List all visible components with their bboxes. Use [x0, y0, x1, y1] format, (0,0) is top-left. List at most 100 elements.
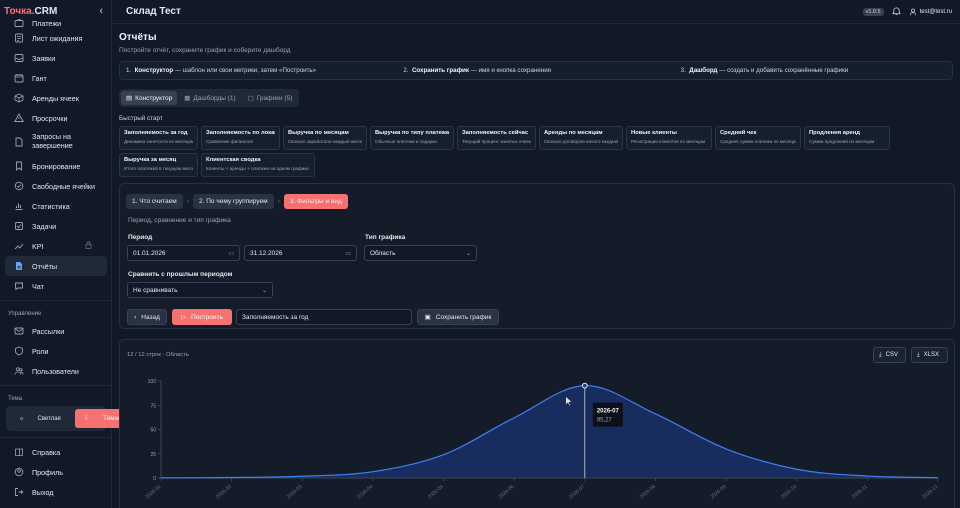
- quick-start-card[interactable]: Средний чек Средняя сумма платежа по меся…: [715, 126, 801, 150]
- sidebar-item-mail[interactable]: Рассылки: [0, 321, 112, 341]
- sidebar-item-label: Чат: [32, 281, 44, 291]
- sidebar-item-chart[interactable]: Статистика: [0, 196, 112, 216]
- sidebar-item-label: KPI: [32, 241, 44, 251]
- sidebar-item-label: Статистика: [32, 201, 70, 211]
- quick-start-desc: Клиенты + аренды + платежи на одном граф…: [206, 166, 309, 171]
- lock-icon: [85, 241, 92, 251]
- sidebar-item-label: Задачи: [32, 221, 57, 231]
- chart-type-label: Тип графика: [365, 234, 406, 241]
- y-tick-label: 0: [153, 476, 156, 482]
- wizard-step-2[interactable]: 2. По чему группируем: [193, 194, 274, 209]
- sidebar-item-calendar[interactable]: Гант: [0, 68, 112, 88]
- calendar-icon[interactable]: ▭: [228, 250, 234, 257]
- quick-start-card[interactable]: Выручка по типу платежа Обычные платежи и…: [370, 126, 454, 150]
- theme-light-button[interactable]: ☼ Светлая: [9, 410, 71, 428]
- quick-start-title: Аренды по месяцам: [544, 130, 603, 136]
- kpi-icon: [14, 241, 24, 251]
- sidebar-item-label: Гант: [32, 73, 47, 83]
- save-chart-button[interactable]: ▣ Сохранить график: [417, 309, 499, 325]
- sidebar-item-kpi[interactable]: KPI: [0, 236, 112, 256]
- tab-charts[interactable]: ▢ Графики (5): [243, 91, 298, 105]
- sidebar-item-users[interactable]: Пользователи: [0, 361, 112, 381]
- guide-step-text: — имя и кнопка сохранения: [468, 67, 552, 74]
- x-tick-label: 2026-07: [568, 484, 586, 501]
- theme-section-label: Тема: [8, 396, 23, 402]
- area-chart[interactable]: 0 25 50 75 100 2026-01 2026-02 2026-03 2026-04 20…: [120, 368, 954, 508]
- sidebar-item-profile[interactable]: Профиль: [0, 462, 112, 482]
- back-button[interactable]: ‹ Назад: [127, 309, 167, 325]
- quick-start-card[interactable]: Продления аренд Сумма продлений по месяца…: [804, 126, 890, 150]
- builder-panel: 1. Что считаем › 2. По чему группируем ›…: [119, 183, 955, 329]
- x-tick-label: 2026-03: [286, 484, 304, 501]
- tab-label: Конструктор: [135, 94, 173, 102]
- compare-select[interactable]: Не сравнивать ⌄: [127, 282, 273, 298]
- sidebar-nav: Платежи Лист ожидания Заявки Гант Аренды яче…: [0, 16, 135, 502]
- quick-start-card[interactable]: Аренды по месяцам Сколько договоров начат…: [539, 126, 623, 150]
- quick-start-title: Заполняемость по локациям: [206, 130, 275, 136]
- tab-constructor[interactable]: ▤ Конструктор: [121, 91, 178, 105]
- date-from-input[interactable]: 01.01.2026 ▭: [127, 245, 240, 261]
- xlsx-download-button[interactable]: ⤓ XLSX: [911, 347, 948, 363]
- page-title: Отчёты: [119, 32, 157, 43]
- quick-start-card[interactable]: Выручка за месяц Итого платежей в текущем…: [119, 153, 198, 177]
- quick-start-card[interactable]: Клиентская сводка Клиенты + аренды + плат…: [201, 153, 315, 177]
- sidebar-item-box[interactable]: Аренды ячеек: [0, 88, 112, 108]
- sidebar-item-shield[interactable]: Роли: [0, 341, 112, 361]
- date-to-input[interactable]: 31.12.2026 ▭: [244, 245, 357, 261]
- download-icon: ⤓: [879, 351, 882, 358]
- sidebar-item-wallet[interactable]: Платежи: [0, 16, 112, 28]
- period-label: Период: [128, 234, 153, 241]
- calendar-icon[interactable]: ▭: [345, 250, 351, 257]
- quick-start-title: Новые клиенты: [631, 130, 677, 136]
- build-label: Построить: [191, 313, 223, 321]
- quick-start-desc: Сравнение филиалов: [206, 139, 253, 144]
- x-tick-label: 2026-01: [144, 484, 162, 501]
- quick-start-grid: Заполняемость за год Динамика занятости п…: [119, 126, 929, 177]
- bell-icon[interactable]: [891, 7, 901, 16]
- chevron-left-icon: ‹: [134, 313, 137, 321]
- quick-start-card[interactable]: Выручка по месяцам Сколько заработали каж…: [283, 126, 367, 150]
- sidebar-item-logout[interactable]: Выход: [0, 482, 112, 502]
- users-icon: [14, 366, 24, 376]
- bookmark-icon: [14, 161, 24, 171]
- csv-download-button[interactable]: ⤓ CSV: [873, 347, 906, 363]
- sidebar-item-list[interactable]: Лист ожидания: [0, 28, 112, 48]
- sidebar-item-label: Запросы на завершение: [32, 132, 73, 150]
- tab-dashboards[interactable]: ▦ Дашборды (1): [179, 91, 240, 105]
- sidebar-item-file[interactable]: Запросы на завершение: [0, 128, 112, 156]
- sidebar-item-report[interactable]: Отчёты: [5, 256, 107, 276]
- quick-start-card[interactable]: Заполняемость по локациям Сравнение филиа…: [201, 126, 280, 150]
- chart-type-select[interactable]: Область ⌄: [364, 245, 477, 261]
- wizard-description: Период, сравнение и тип графика: [128, 217, 231, 224]
- sidebar-item-label: Пользователи: [32, 366, 79, 376]
- sidebar-item-bookmark[interactable]: Бронирование: [0, 156, 112, 176]
- divider: [0, 300, 112, 301]
- chart-name-input[interactable]: Заполняемость за год: [236, 309, 412, 325]
- chat-icon: [14, 281, 24, 291]
- quick-start-card[interactable]: Заполняемость за год Динамика занятости п…: [119, 126, 198, 150]
- wizard-step-3[interactable]: 3. Фильтры и вид: [283, 194, 348, 209]
- user-menu[interactable]: test@test.ru: [909, 8, 952, 16]
- x-tick-label: 2026-02: [215, 484, 233, 501]
- sidebar-item-alert[interactable]: Просрочки: [0, 108, 112, 128]
- tab-label: Дашборды (1): [193, 94, 236, 102]
- build-button[interactable]: ▷ Построить: [172, 309, 232, 325]
- brand-logo[interactable]: Точка.CRM: [4, 6, 57, 17]
- chevron-down-icon: ⌄: [465, 250, 471, 257]
- sidebar-item-chat[interactable]: Чат: [0, 276, 112, 296]
- sidebar-item-help[interactable]: Справка: [0, 442, 112, 462]
- user-icon: [909, 8, 916, 15]
- sidebar-item-task[interactable]: Задачи: [0, 216, 112, 236]
- quick-start-desc: Обычные платежи и подарки: [375, 139, 437, 144]
- sidebar-item-circle-check[interactable]: Свободные ячейки: [0, 176, 112, 196]
- wizard-step-1[interactable]: 1. Что считаем: [126, 194, 183, 209]
- quick-start-label: Быстрый старт: [119, 115, 163, 122]
- quick-start-desc: Средняя сумма платежа по месяцам: [720, 139, 796, 144]
- profile-icon: [14, 467, 24, 477]
- sidebar-item-inbox[interactable]: Заявки: [0, 48, 112, 68]
- sidebar-item-label: Свободные ячейки: [32, 181, 96, 191]
- quick-start-card[interactable]: Новые клиенты Регистрации клиентов по мес…: [626, 126, 712, 150]
- quick-start-card[interactable]: Заполняемость сейчас Текущий процент заня…: [457, 126, 536, 150]
- brand-part2: CRM: [34, 5, 58, 17]
- hover-point[interactable]: [581, 382, 588, 389]
